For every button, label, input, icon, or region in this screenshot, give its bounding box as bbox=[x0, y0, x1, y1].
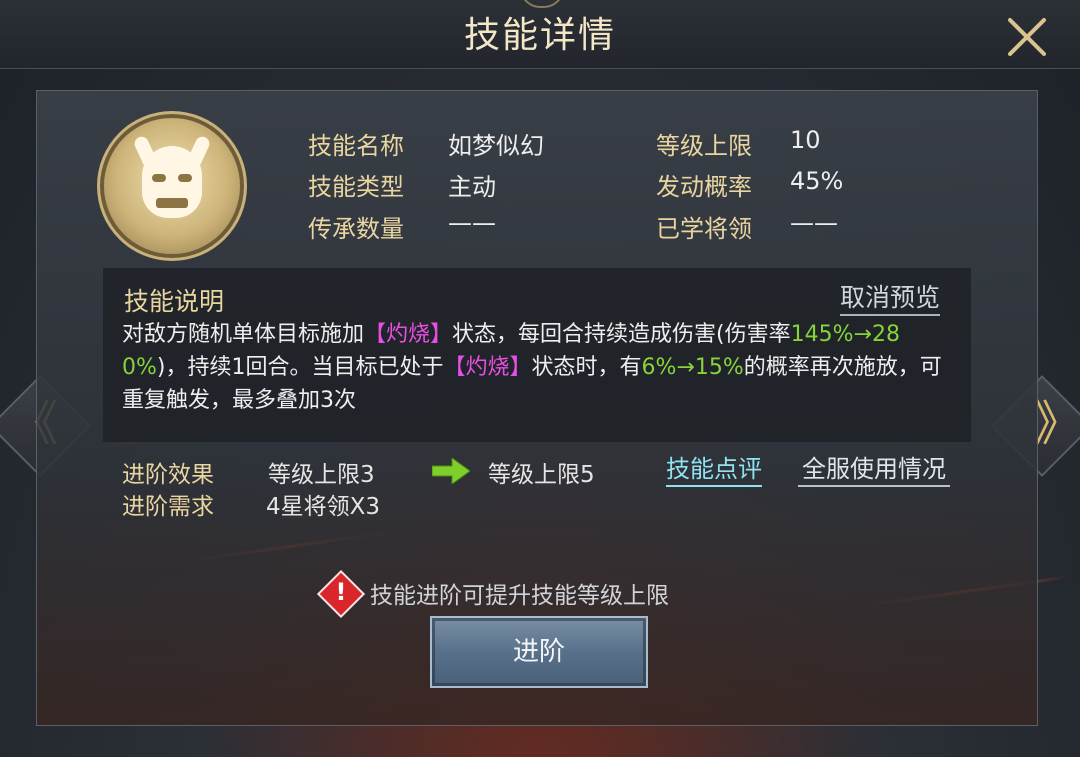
trigger-chance-value: 45% bbox=[790, 167, 844, 195]
skill-type-value: 主动 bbox=[448, 173, 496, 201]
title-bar: 技能详情 bbox=[0, 0, 1080, 69]
advance-effect-label: 进阶效果 bbox=[122, 462, 214, 488]
green-arrow-right-icon bbox=[432, 458, 470, 484]
learned-generals-value: —— bbox=[790, 209, 838, 237]
advance-requirement-label: 进阶需求 bbox=[122, 494, 214, 520]
advance-button[interactable]: 进阶 bbox=[430, 616, 648, 688]
server-usage-link[interactable]: 全服使用情况 bbox=[798, 453, 950, 487]
demon-mask-icon bbox=[104, 118, 240, 254]
cancel-preview-link[interactable]: 取消预览 bbox=[840, 282, 941, 316]
skill-review-link[interactable]: 技能点评 bbox=[666, 453, 762, 487]
status-burn: 【灼烧】 bbox=[364, 322, 453, 347]
inherit-count-value: —— bbox=[448, 209, 496, 237]
status-burn: 【灼烧】 bbox=[443, 355, 532, 380]
skill-type-label: 技能类型 bbox=[308, 173, 404, 201]
skill-name-value: 如梦似幻 bbox=[448, 132, 544, 160]
max-level-label: 等级上限 bbox=[656, 132, 752, 160]
warning-mark: ! bbox=[335, 578, 347, 606]
advance-requirement-value: 4星将领X3 bbox=[266, 494, 381, 520]
max-level-value: 10 bbox=[790, 126, 821, 154]
close-icon[interactable] bbox=[1004, 14, 1050, 60]
double-chevron-right-icon[interactable]: 》 bbox=[1034, 398, 1080, 450]
learned-generals-label: 已学将领 bbox=[656, 215, 752, 243]
description-title: 技能说明 bbox=[124, 287, 225, 316]
advance-effect-to: 等级上限5 bbox=[488, 462, 595, 488]
trigger-chance-label: 发动概率 bbox=[656, 173, 752, 201]
warning-text: 技能进阶可提升技能等级上限 bbox=[370, 583, 669, 609]
inherit-count-label: 传承数量 bbox=[308, 215, 404, 243]
recast-chance: 6%→15% bbox=[641, 355, 744, 380]
skill-name-label: 技能名称 bbox=[308, 132, 404, 160]
advance-effect-from: 等级上限3 bbox=[268, 462, 375, 488]
description-text: 对敌方随机单体目标施加【灼烧】状态，每回合持续造成伤害(伤害率145%→280%… bbox=[122, 322, 942, 413]
window-title: 技能详情 bbox=[463, 15, 616, 56]
